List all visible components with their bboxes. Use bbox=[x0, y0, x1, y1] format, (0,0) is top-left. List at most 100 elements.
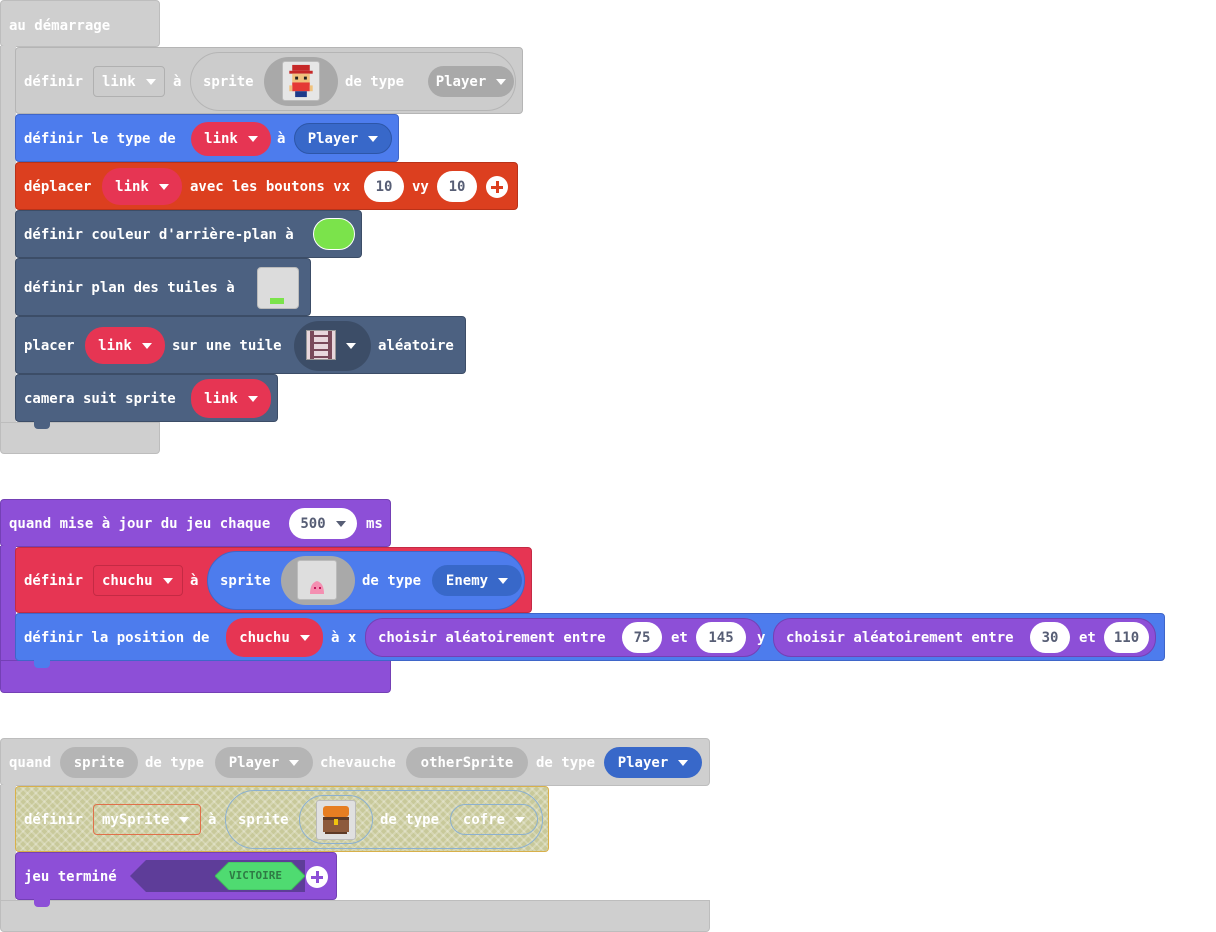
create-sprite-reporter[interactable]: sprite de type cofre bbox=[225, 790, 543, 849]
place-on-random-tile-block[interactable]: placer link sur une tuile aléatoire bbox=[15, 316, 466, 374]
random-range-reporter[interactable]: choisir aléatoirement entre 75 et 145 bbox=[365, 618, 762, 657]
move-with-buttons-block[interactable]: déplacer link avec les boutons vx 10 vy … bbox=[15, 162, 518, 210]
on-start-c-bottom bbox=[0, 422, 160, 454]
plus-icon[interactable] bbox=[306, 866, 328, 888]
chevron-down-icon bbox=[162, 577, 173, 584]
chevron-down-icon bbox=[145, 78, 156, 85]
min-input[interactable]: 30 bbox=[1030, 622, 1070, 653]
block-notch bbox=[34, 899, 50, 907]
vy-input[interactable]: 10 bbox=[437, 171, 477, 202]
tilemap-icon[interactable] bbox=[257, 267, 299, 309]
set-kind-block[interactable]: définir le type de link à Player bbox=[15, 114, 399, 162]
buttons-label: avec les boutons vx bbox=[190, 179, 351, 195]
move-label: déplacer bbox=[24, 179, 92, 195]
on-overlap-event-block[interactable]: quand sprite de type Player chevauche ot… bbox=[0, 738, 710, 786]
victoire-effect[interactable]: VICTOIRE bbox=[215, 862, 305, 890]
min-input[interactable]: 75 bbox=[622, 622, 662, 653]
update-label: quand mise à jour du jeu chaque bbox=[9, 516, 271, 532]
chevron-down-icon bbox=[158, 183, 169, 190]
set-tilemap-block[interactable]: définir plan des tuiles à bbox=[15, 258, 311, 316]
and-label: et bbox=[671, 630, 688, 646]
vy-label: vy bbox=[412, 179, 429, 195]
chevron-down-icon bbox=[299, 634, 310, 641]
bg-color-label: définir couleur d'arrière-plan à bbox=[24, 227, 294, 243]
chevron-down-icon bbox=[346, 343, 356, 349]
on-overlap-c-bottom bbox=[0, 900, 710, 932]
hero-sprite-icon[interactable] bbox=[264, 57, 338, 106]
variable-dropdown[interactable]: link bbox=[93, 66, 165, 97]
on-start-event-block[interactable]: au démarrage bbox=[0, 0, 160, 47]
set-kind-label: définir le type de bbox=[24, 131, 176, 147]
chevron-down-icon bbox=[141, 342, 152, 349]
sprite-param[interactable]: sprite bbox=[60, 747, 138, 778]
chevron-down-icon bbox=[678, 759, 689, 766]
of-type-label: de type bbox=[345, 74, 405, 90]
sprite-label: sprite bbox=[220, 573, 271, 589]
sprite-label: sprite bbox=[238, 812, 289, 828]
to-label: à bbox=[208, 812, 217, 828]
create-sprite-reporter[interactable]: sprite de type Enemy bbox=[207, 551, 525, 610]
pink-blob-art bbox=[310, 581, 324, 594]
max-input[interactable]: 145 bbox=[696, 622, 746, 653]
variable-dropdown[interactable]: mySprite bbox=[93, 804, 201, 835]
other-sprite-param[interactable]: otherSprite bbox=[406, 747, 528, 778]
create-sprite-reporter[interactable]: sprite de type Player bbox=[190, 52, 516, 111]
on-update-c-bottom bbox=[0, 660, 391, 693]
variable-dropdown[interactable]: chuchu bbox=[226, 618, 323, 657]
variable-dropdown[interactable]: link bbox=[102, 168, 182, 205]
set-sprite-block[interactable]: définir link à sprite de type Player bbox=[15, 47, 523, 114]
x-label: à x bbox=[331, 630, 357, 646]
chevron-down-icon bbox=[247, 395, 258, 402]
variable-dropdown[interactable]: link bbox=[191, 122, 271, 156]
kind-dropdown[interactable]: Player bbox=[215, 747, 313, 778]
set-position-label: définir la position de bbox=[24, 630, 210, 646]
y-label: y bbox=[757, 630, 766, 646]
chevron-down-icon bbox=[496, 78, 507, 85]
on-start-label: au démarrage bbox=[9, 18, 111, 34]
tile-dropdown[interactable] bbox=[294, 321, 371, 371]
ladder-tile-icon bbox=[306, 330, 336, 360]
max-input[interactable]: 110 bbox=[1104, 622, 1149, 653]
kind-dropdown[interactable]: Enemy bbox=[432, 565, 522, 596]
and-label: et bbox=[1079, 630, 1096, 646]
game-over-label: jeu terminé bbox=[24, 869, 117, 885]
victoire-label: VICTOIRE bbox=[229, 869, 282, 882]
overlaps-label: chevauche bbox=[320, 755, 396, 771]
kind-dropdown[interactable]: Player bbox=[604, 747, 702, 778]
to-label: à bbox=[173, 74, 182, 90]
ms-label: ms bbox=[366, 516, 383, 532]
chevron-down-icon bbox=[368, 135, 379, 142]
set-label: définir bbox=[24, 573, 84, 589]
chest-sprite-icon[interactable] bbox=[299, 795, 373, 844]
on-update-interval-block[interactable]: quand mise à jour du jeu chaque 500 ms bbox=[0, 499, 391, 547]
set-sprite-block[interactable]: définir chuchu à sprite de type Enemy bbox=[15, 547, 532, 613]
tilemap-label: définir plan des tuiles à bbox=[24, 280, 235, 296]
random-range-reporter[interactable]: choisir aléatoirement entre 30 et 110 bbox=[773, 618, 1156, 657]
game-over-block[interactable]: jeu terminé VICTOIRE bbox=[15, 852, 337, 900]
pink-blob-sprite-icon[interactable] bbox=[281, 556, 355, 605]
place-label: placer bbox=[24, 338, 75, 354]
when-label: quand bbox=[9, 755, 52, 771]
of-type-label: de type bbox=[380, 812, 440, 828]
chevron-down-icon bbox=[498, 577, 509, 584]
on-update-c-arm bbox=[0, 546, 16, 666]
plus-icon[interactable] bbox=[486, 176, 508, 198]
variable-dropdown[interactable]: link bbox=[85, 327, 165, 364]
set-sprite-block-disabled[interactable]: définir mySprite à sprite de type cofre bbox=[15, 786, 549, 852]
kind-dropdown[interactable]: Player bbox=[428, 66, 514, 97]
random-label: aléatoire bbox=[378, 338, 454, 354]
variable-dropdown[interactable]: link bbox=[191, 379, 271, 418]
variable-dropdown[interactable]: chuchu bbox=[93, 565, 183, 596]
kind-dropdown[interactable]: cofre bbox=[450, 804, 538, 835]
on-tile-label: sur une tuile bbox=[172, 338, 282, 354]
block-notch bbox=[34, 660, 50, 668]
set-label: définir bbox=[24, 74, 84, 90]
vx-input[interactable]: 10 bbox=[364, 171, 404, 202]
kind-dropdown[interactable]: Player bbox=[294, 123, 392, 154]
on-start-c-arm bbox=[0, 46, 16, 426]
interval-dropdown[interactable]: 500 bbox=[289, 508, 357, 539]
set-background-color-block[interactable]: définir couleur d'arrière-plan à bbox=[15, 210, 362, 258]
set-position-block[interactable]: définir la position de chuchu à x choisi… bbox=[15, 613, 1165, 661]
color-swatch[interactable] bbox=[313, 218, 355, 250]
camera-follow-block[interactable]: camera suit sprite link bbox=[15, 374, 278, 422]
